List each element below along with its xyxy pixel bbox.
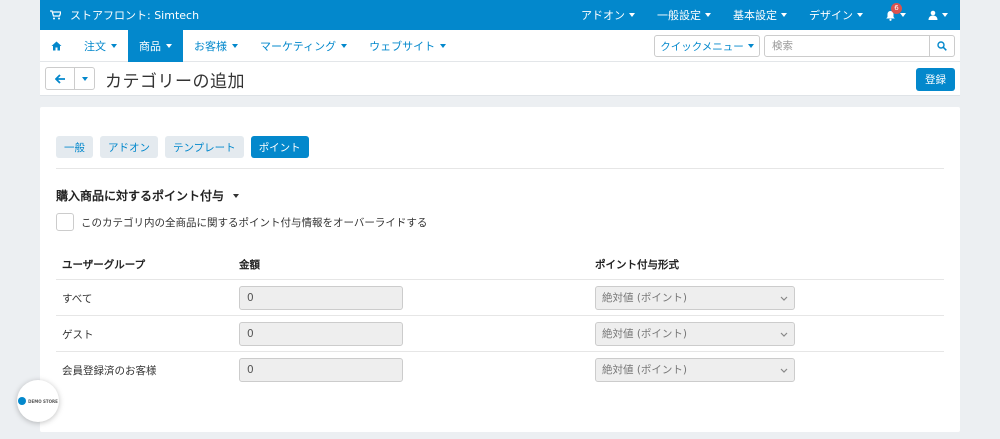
page-title: カテゴリーの追加 — [105, 72, 245, 92]
point-type-value: 絶対値 (ポイント) — [602, 328, 688, 340]
column-header-point-type: ポイント付与形式 — [595, 259, 679, 271]
chevron-down-icon — [780, 368, 788, 373]
nav-home[interactable] — [40, 30, 73, 62]
back-history-dropdown[interactable] — [75, 68, 94, 89]
title-bar: カテゴリーの追加 登録 — [40, 62, 960, 96]
notification-badge: 6 — [891, 2, 902, 14]
search-button[interactable] — [929, 35, 955, 57]
caret-down-icon — [747, 44, 754, 48]
divider — [56, 168, 944, 169]
nav-tab-products[interactable]: 商品 — [128, 30, 183, 62]
top-menus: アドオン 一般設定 基本設定 デザイン 6 — [559, 0, 948, 30]
top-bar: ストアフロント: Simtech アドオン 一般設定 基本設定 デザイン 6 — [40, 0, 960, 30]
back-button-group — [45, 67, 95, 90]
user-icon — [928, 10, 938, 20]
nav-tab-marketing[interactable]: マーケティング — [249, 30, 358, 62]
search-input[interactable] — [764, 35, 930, 57]
quick-menu-button[interactable]: クイックメニュー — [654, 35, 760, 57]
chevron-down-icon — [780, 296, 788, 301]
override-option: このカテゴリ内の全商品に関するポイント付与情報をオーバーライドする — [56, 213, 427, 231]
home-icon — [51, 41, 62, 51]
user-menu-button[interactable] — [928, 10, 948, 20]
caret-down-icon — [781, 13, 787, 17]
point-type-value: 絶対値 (ポイント) — [602, 292, 688, 304]
override-label: このカテゴリ内の全商品に関するポイント付与情報をオーバーライドする — [81, 216, 428, 229]
column-header-amount: 金額 — [239, 259, 260, 271]
caret-down-icon — [857, 13, 863, 17]
subtab-points[interactable]: ポイント — [250, 136, 309, 158]
caret-down-icon — [900, 13, 906, 17]
menu-general-settings[interactable]: 一般設定 — [657, 7, 711, 23]
caret-down-icon — [629, 13, 635, 17]
caret-down-icon — [81, 76, 88, 81]
back-button[interactable] — [46, 68, 75, 89]
arrow-left-icon — [54, 73, 65, 84]
table-row: ゲスト 0 絶対値 (ポイント) — [56, 315, 944, 351]
nav-tab-customers[interactable]: お客様 — [183, 30, 249, 62]
column-header-user-group: ユーザーグループ — [62, 259, 146, 271]
search-icon — [937, 41, 947, 51]
caret-down-icon — [942, 13, 948, 17]
notifications-button[interactable]: 6 — [885, 2, 906, 21]
amount-input[interactable]: 0 — [239, 358, 403, 382]
widget-logo-icon — [18, 397, 27, 405]
subtabs: 一般 アドオン テンプレート ポイント — [56, 136, 309, 158]
storefront-selector[interactable]: ストアフロント: Simtech — [50, 0, 199, 30]
subtab-addons[interactable]: アドオン — [100, 136, 158, 158]
amount-input[interactable]: 0 — [239, 286, 403, 310]
point-type-select[interactable]: 絶対値 (ポイント) — [595, 358, 795, 382]
point-type-select[interactable]: 絶対値 (ポイント) — [595, 286, 795, 310]
menu-addons[interactable]: アドオン — [581, 7, 635, 23]
nav-tab-orders[interactable]: 注文 — [73, 30, 128, 62]
user-group-label: ゲスト — [62, 329, 94, 341]
user-group-label: 会員登録済のお客様 — [62, 365, 157, 377]
amount-input[interactable]: 0 — [239, 322, 403, 346]
menu-design[interactable]: デザイン — [809, 7, 863, 23]
widget-label: DEMO STORE — [28, 398, 58, 404]
table-row: 会員登録済のお客様 0 絶対値 (ポイント) — [56, 351, 944, 387]
caret-down-icon — [232, 44, 238, 48]
save-button[interactable]: 登録 — [916, 68, 955, 91]
chevron-down-icon — [780, 332, 788, 337]
nav-tab-website[interactable]: ウェブサイト — [358, 30, 457, 62]
floating-widget-button[interactable]: DEMO STORE — [17, 380, 59, 422]
main-nav: 注文 商品 お客様 マーケティング ウェブサイト クイックメニュー — [40, 30, 960, 62]
override-checkbox[interactable] — [56, 213, 74, 231]
store-name: ストアフロント: Simtech — [70, 9, 200, 22]
caret-down-icon — [111, 44, 117, 48]
section-header[interactable]: 購入商品に対するポイント付与 — [56, 187, 240, 204]
subtab-general[interactable]: 一般 — [56, 136, 93, 158]
menu-basic-settings[interactable]: 基本設定 — [733, 7, 787, 23]
section-title: 購入商品に対するポイント付与 — [56, 189, 225, 203]
point-type-select[interactable]: 絶対値 (ポイント) — [595, 322, 795, 346]
caret-down-icon — [233, 193, 240, 198]
caret-down-icon — [705, 13, 711, 17]
content-card: 一般 アドオン テンプレート ポイント 購入商品に対するポイント付与 このカテゴ… — [40, 107, 960, 432]
cart-icon — [50, 10, 61, 20]
point-type-value: 絶対値 (ポイント) — [602, 364, 688, 376]
table-row: すべて 0 絶対値 (ポイント) — [56, 279, 944, 315]
caret-down-icon — [166, 44, 172, 48]
subtab-template[interactable]: テンプレート — [165, 136, 244, 158]
caret-down-icon — [440, 44, 447, 48]
caret-down-icon — [341, 44, 348, 48]
user-group-label: すべて — [62, 293, 93, 305]
